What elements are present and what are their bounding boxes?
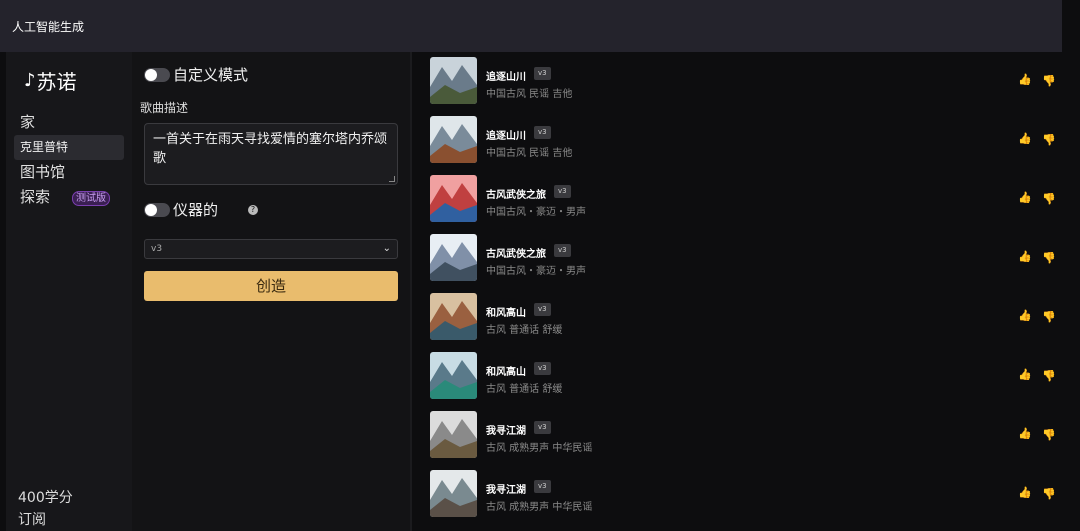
song-title[interactable]: 我寻江湖 [486, 422, 526, 437]
help-circle-icon[interactable]: ? [248, 204, 259, 215]
version-badge: v3 [554, 244, 571, 257]
thumbs-up-icon[interactable]: 👍 [1018, 487, 1032, 499]
sidebar-item-label: 克里普特 [20, 140, 69, 154]
song-cover-image[interactable] [430, 293, 477, 340]
song-cover-image[interactable] [430, 116, 477, 163]
thumbs-down-icon[interactable]: 👍 [1042, 369, 1056, 382]
song-title[interactable]: 古风武侠之旅 [486, 245, 546, 260]
thumbs-up-icon[interactable]: 👍 [1018, 74, 1032, 86]
chevron-down-icon: ⌄ [382, 243, 391, 254]
song-row[interactable]: 追逐山川 v3 中国古风 民谣 吉他 👍 👍 [412, 113, 1062, 172]
song-tags: 中国古风・豪迈・男声 [486, 207, 586, 218]
version-select[interactable]: v3 ⌄ [144, 239, 398, 259]
version-badge: v3 [534, 67, 551, 80]
instrumental-row: 仪器的 ? [144, 199, 259, 220]
description-textarea[interactable]: 一首关于在雨天寻找爱情的塞尔塔内乔颂歌 [144, 123, 398, 185]
thumbs-down-icon[interactable]: 👍 [1042, 251, 1056, 264]
description-label: 歌曲描述 [140, 101, 189, 115]
song-title[interactable]: 追逐山川 [486, 68, 526, 83]
sidebar-item-create[interactable]: 克里普特 [14, 135, 124, 160]
song-row[interactable]: 和风高山 v3 古风 普通话 舒缓 👍 👍 [412, 349, 1062, 408]
song-cover-image[interactable] [430, 175, 477, 222]
song-row[interactable]: 追逐山川 v3 中国古风 民谣 吉他 👍 👍 [412, 54, 1062, 113]
song-cover-image[interactable] [430, 411, 477, 458]
song-title[interactable]: 我寻江湖 [486, 481, 526, 496]
custom-mode-toggle[interactable] [144, 67, 170, 82]
sidebar-item-home[interactable]: 家 [6, 110, 132, 135]
thumbs-down-icon[interactable]: 👍 [1042, 133, 1056, 146]
song-tags: 古风 成熟男声 中华民谣 [486, 443, 593, 454]
song-row[interactable]: 我寻江湖 v3 古风 成熟男声 中华民谣 👍 👍 [412, 408, 1062, 467]
song-tags: 古风 普通话 舒缓 [486, 384, 563, 395]
sidebar: ♪ 苏诺 家 克里普特 图书馆 探索 测试版 400学分 订阅 [6, 52, 132, 531]
song-cover-image[interactable] [430, 352, 477, 399]
song-tags: 古风 普通话 舒缓 [486, 325, 563, 336]
song-cover-image[interactable] [430, 470, 477, 517]
sidebar-item-explore[interactable]: 探索 测试版 [6, 185, 132, 210]
custom-mode-label: 自定义模式 [173, 66, 249, 84]
thumbs-down-icon[interactable]: 👍 [1042, 310, 1056, 323]
instrumental-toggle[interactable] [144, 202, 170, 217]
logo[interactable]: ♪ 苏诺 [24, 66, 77, 95]
sidebar-item-label: 探索 [20, 188, 51, 206]
sidebar-item-label: 家 [20, 113, 36, 131]
song-title[interactable]: 古风武侠之旅 [486, 186, 546, 201]
create-button[interactable]: 创造 [144, 271, 398, 301]
song-title[interactable]: 追逐山川 [486, 127, 526, 142]
song-tags: 中国古风・豪迈・男声 [486, 266, 586, 277]
thumbs-up-icon[interactable]: 👍 [1018, 428, 1032, 440]
thumbs-down-icon[interactable]: 👍 [1042, 487, 1056, 500]
custom-mode-row: 自定义模式 [144, 64, 248, 85]
sidebar-nav: 家 克里普特 图书馆 探索 测试版 [6, 110, 132, 210]
music-note-icon: ♪ [24, 70, 36, 91]
song-tags: 中国古风 民谣 吉他 [486, 89, 573, 100]
song-cover-image[interactable] [430, 57, 477, 104]
song-cover-image[interactable] [430, 234, 477, 281]
song-row[interactable]: 古风武侠之旅 v3 中国古风・豪迈・男声 👍 👍 [412, 172, 1062, 231]
ai-generated-label: 人工智能生成 [12, 20, 85, 34]
song-title[interactable]: 和风高山 [486, 304, 526, 319]
song-row[interactable]: 和风高山 v3 古风 普通话 舒缓 👍 👍 [412, 290, 1062, 349]
subscribe-link[interactable]: 订阅 [18, 509, 73, 531]
thumbs-up-icon[interactable]: 👍 [1018, 251, 1032, 263]
version-badge: v3 [554, 185, 571, 198]
song-tags: 古风 成熟男声 中华民谣 [486, 502, 593, 513]
create-form: 自定义模式 歌曲描述 一首关于在雨天寻找爱情的塞尔塔内乔颂歌 仪器的 ? v3 … [132, 52, 412, 531]
thumbs-up-icon[interactable]: 👍 [1018, 192, 1032, 204]
song-row[interactable]: 我寻江湖 v3 古风 成熟男声 中华民谣 👍 👍 [412, 467, 1062, 526]
thumbs-down-icon[interactable]: 👍 [1042, 192, 1056, 205]
sidebar-footer: 400学分 订阅 [18, 487, 73, 531]
version-badge: v3 [534, 480, 551, 493]
version-badge: v3 [534, 126, 551, 139]
version-badge: v3 [534, 362, 551, 375]
instrumental-label: 仪器的 [173, 201, 219, 219]
top-bar: 人工智能生成 [0, 0, 1062, 52]
thumbs-down-icon[interactable]: 👍 [1042, 428, 1056, 441]
song-row[interactable]: 古风武侠之旅 v3 中国古风・豪迈・男声 👍 👍 [412, 231, 1062, 290]
version-badge: v3 [534, 421, 551, 434]
thumbs-down-icon[interactable]: 👍 [1042, 74, 1056, 87]
version-select-value: v3 [151, 244, 163, 254]
credits-label: 400学分 [18, 490, 73, 506]
version-badge: v3 [534, 303, 551, 316]
sidebar-item-label: 图书馆 [20, 163, 66, 181]
logo-text: 苏诺 [36, 70, 77, 94]
song-tags: 中国古风 民谣 吉他 [486, 148, 573, 159]
song-list: 追逐山川 v3 中国古风 民谣 吉他 👍 👍 追逐山川 v3 中国古风 民谣 吉他 👍 👍 古风武侠… [412, 52, 1080, 531]
thumbs-up-icon[interactable]: 👍 [1018, 369, 1032, 381]
thumbs-up-icon[interactable]: 👍 [1018, 310, 1032, 322]
song-title[interactable]: 和风高山 [486, 363, 526, 378]
sidebar-item-library[interactable]: 图书馆 [6, 160, 132, 185]
beta-badge: 测试版 [72, 191, 110, 206]
thumbs-up-icon[interactable]: 👍 [1018, 133, 1032, 145]
